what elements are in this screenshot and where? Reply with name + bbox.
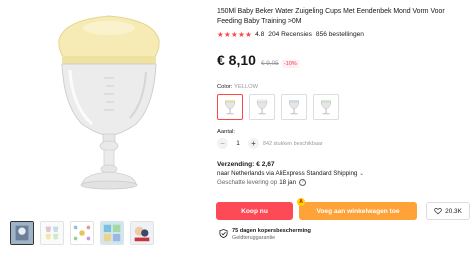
help-icon[interactable]: ? bbox=[299, 179, 307, 186]
color-label: Color: YELLOW bbox=[217, 84, 471, 90]
color-label-text: Color: bbox=[217, 84, 233, 90]
buy-now-button[interactable]: Koop nu bbox=[216, 202, 293, 220]
rating-value: 4.8 bbox=[255, 31, 265, 38]
quantity-label: Aantal: bbox=[217, 129, 236, 135]
cup-swatch-icon bbox=[320, 100, 332, 115]
current-price: € 8,10 bbox=[217, 52, 256, 68]
cup-swatch-icon bbox=[224, 100, 236, 115]
thumbnail-3[interactable] bbox=[70, 221, 94, 245]
rating-stars: ★★★★★ bbox=[217, 30, 253, 39]
delivery-estimate: Geschatte levering op 18 jan ? bbox=[217, 179, 471, 186]
add-to-cart-label: Voeg aan winkelwagen toe bbox=[316, 207, 400, 215]
shipping-method-text: naar Netherlands via AliExpress Standard… bbox=[217, 170, 358, 177]
shipping-method[interactable]: naar Netherlands via AliExpress Standard… bbox=[217, 170, 471, 177]
color-option-green[interactable] bbox=[313, 94, 339, 120]
buyer-protection: 75 dagen kopersbescherming Geldteruggara… bbox=[219, 228, 311, 241]
reviews-link[interactable]: 204 Recensies bbox=[268, 31, 312, 38]
color-option-yellow[interactable] bbox=[217, 94, 243, 120]
wishlist-button[interactable]: 20.3K bbox=[426, 202, 470, 220]
quantity-increase-button[interactable]: + bbox=[248, 138, 259, 149]
quantity-value[interactable]: 1 bbox=[228, 140, 248, 147]
heart-icon bbox=[434, 207, 442, 215]
orders-count: 856 bestellingen bbox=[315, 31, 364, 38]
cart-badge-icon: A bbox=[297, 198, 305, 206]
discount-badge: -10% bbox=[281, 60, 299, 68]
color-selected-value: YELLOW bbox=[233, 84, 259, 90]
quantity-stepper: − 1 + 842 stukken beschikbaar bbox=[217, 138, 471, 149]
chevron-down-icon: ⌄ bbox=[359, 171, 365, 177]
delivery-date: 18 jan bbox=[279, 179, 297, 186]
stock-available: 842 stukken beschikbaar bbox=[263, 140, 323, 147]
thumbnail-strip bbox=[10, 221, 154, 245]
cup-swatch-icon bbox=[256, 99, 268, 115]
color-option-blue[interactable] bbox=[281, 94, 307, 120]
thumbnail-4[interactable] bbox=[100, 221, 124, 245]
original-price: € 9,05 bbox=[260, 60, 279, 67]
shield-check-icon bbox=[219, 229, 228, 238]
thumbnail-5[interactable] bbox=[130, 221, 154, 245]
cup-swatch-icon bbox=[288, 100, 300, 115]
thumbnail-1[interactable] bbox=[10, 221, 34, 245]
rating-row: ★★★★★ 4.8 204 Recensies 856 bestellingen bbox=[217, 30, 471, 39]
product-info: 150Ml Baby Beker Water Zuigeling Cups Me… bbox=[217, 7, 471, 186]
add-to-cart-button[interactable]: A Voeg aan winkelwagen toe bbox=[297, 198, 417, 220]
thumbnail-2[interactable] bbox=[40, 221, 64, 245]
wishlist-count: 20.3K bbox=[445, 207, 462, 215]
color-swatches bbox=[217, 94, 471, 120]
color-option-white[interactable] bbox=[249, 94, 275, 120]
shipping-cost: Verzending: € 2,67 bbox=[217, 161, 275, 168]
delivery-label: Geschatte levering op bbox=[217, 179, 278, 186]
protection-title: 75 dagen kopersbescherming bbox=[232, 228, 311, 234]
quantity-decrease-button[interactable]: − bbox=[217, 138, 228, 149]
action-buttons: Koop nu A Voeg aan winkelwagen toe 20.3K bbox=[216, 198, 470, 220]
product-title: 150Ml Baby Beker Water Zuigeling Cups Me… bbox=[217, 8, 445, 25]
sippy-cup-image bbox=[58, 15, 160, 190]
price-row: € 8,10 € 9,05 -10% bbox=[217, 52, 471, 68]
main-product-image[interactable] bbox=[14, 6, 204, 202]
protection-subtitle: Geldteruggarantie bbox=[232, 235, 276, 241]
